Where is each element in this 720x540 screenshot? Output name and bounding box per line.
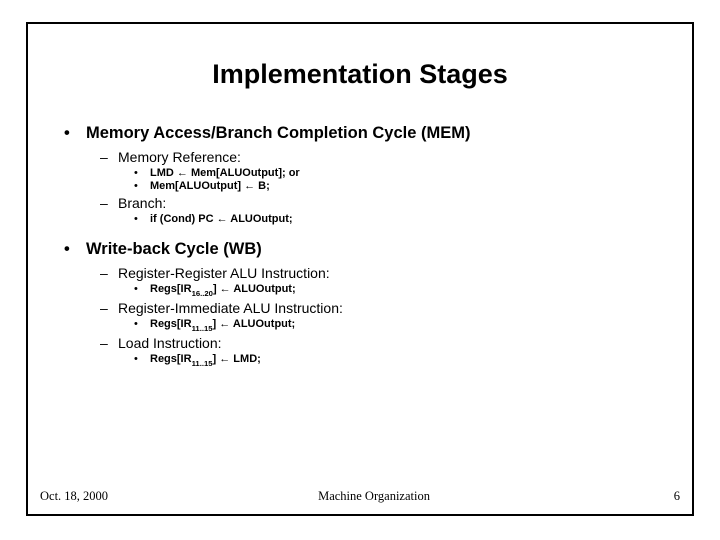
memory-reference-heading: Memory Reference: (118, 149, 241, 165)
item-lmd-text: LMD ← Mem[ALUOutput]; or (150, 167, 300, 179)
bullet3-icon: • (134, 283, 150, 295)
slide-content: • Memory Access/Branch Completion Cycle … (28, 124, 692, 368)
sub-memory-reference: – Memory Reference: (100, 149, 672, 165)
sub: 11..15 (192, 359, 213, 368)
item-mem: • Mem[ALUOutput] ← B; (134, 180, 672, 192)
item-regs3-text: Regs[IR11..15] ← LMD; (150, 353, 261, 367)
t: LMD; (230, 353, 261, 365)
footer-title: Machine Organization (108, 489, 640, 504)
left-arrow-icon: ← (177, 167, 188, 179)
t: ] (213, 283, 220, 295)
left-arrow-icon: ← (217, 213, 228, 225)
t: Mem[ALUOutput]; or (188, 167, 300, 179)
left-arrow-icon: ← (220, 283, 231, 295)
item-cond-text: if (Cond) PC ← ALUOutput; (150, 213, 293, 225)
item-lmd: • LMD ← Mem[ALUOutput]; or (134, 167, 672, 179)
item-regs3: • Regs[IR11..15] ← LMD; (134, 353, 672, 367)
bullet2-icon: – (100, 335, 118, 351)
t: if (Cond) PC (150, 213, 217, 225)
item-mem-text: Mem[ALUOutput] ← B; (150, 180, 270, 192)
sub-reg-reg: – Register-Register ALU Instruction: (100, 265, 672, 281)
footer-page-number: 6 (640, 489, 680, 504)
bullet3-icon: • (134, 318, 150, 330)
bullet2-icon: – (100, 195, 118, 211)
bullet3-icon: • (134, 180, 150, 192)
bullet-wb-cycle: • Write-back Cycle (WB) (64, 240, 672, 259)
t: Regs[IR (150, 353, 192, 365)
left-arrow-icon: ← (244, 180, 255, 192)
sub: 11..15 (192, 324, 213, 333)
item-regs1: • Regs[IR16..20] ← ALUOutput; (134, 283, 672, 297)
sub-branch: – Branch: (100, 195, 672, 211)
slide-footer: Oct. 18, 2000 Machine Organization 6 (40, 489, 680, 504)
bullet3-icon: • (134, 213, 150, 225)
bullet-mem-cycle: • Memory Access/Branch Completion Cycle … (64, 124, 672, 143)
wb-cycle-heading: Write-back Cycle (WB) (86, 240, 262, 259)
sub-reg-imm: – Register-Immediate ALU Instruction: (100, 300, 672, 316)
sub: 16..20 (192, 289, 213, 298)
bullet2-icon: – (100, 265, 118, 281)
bullet3-icon: • (134, 353, 150, 365)
t: Regs[IR (150, 318, 192, 330)
t: ALUOutput; (228, 213, 293, 225)
item-regs2-text: Regs[IR11..15] ← ALUOutput; (150, 318, 295, 332)
reg-reg-heading: Register-Register ALU Instruction: (118, 265, 330, 281)
bullet3-icon: • (134, 167, 150, 179)
sub-load: – Load Instruction: (100, 335, 672, 351)
t: ALUOutput; (230, 318, 295, 330)
t: ALUOutput; (231, 283, 296, 295)
left-arrow-icon: ← (219, 318, 230, 330)
bullet2-icon: – (100, 149, 118, 165)
bullet1-icon: • (64, 124, 86, 143)
item-regs1-text: Regs[IR16..20] ← ALUOutput; (150, 283, 296, 297)
load-heading: Load Instruction: (118, 335, 222, 351)
slide-title: Implementation Stages (28, 59, 692, 90)
footer-date: Oct. 18, 2000 (40, 489, 108, 504)
mem-cycle-heading: Memory Access/Branch Completion Cycle (M… (86, 124, 470, 143)
item-regs2: • Regs[IR11..15] ← ALUOutput; (134, 318, 672, 332)
slide-frame: Implementation Stages • Memory Access/Br… (26, 22, 694, 516)
item-cond: • if (Cond) PC ← ALUOutput; (134, 213, 672, 225)
t: B; (255, 180, 270, 192)
bullet1-icon: • (64, 240, 86, 259)
t: LMD (150, 167, 177, 179)
left-arrow-icon: ← (219, 353, 230, 365)
branch-heading: Branch: (118, 195, 166, 211)
t: Regs[IR (150, 283, 192, 295)
t: Mem[ALUOutput] (150, 180, 244, 192)
bullet2-icon: – (100, 300, 118, 316)
reg-imm-heading: Register-Immediate ALU Instruction: (118, 300, 343, 316)
